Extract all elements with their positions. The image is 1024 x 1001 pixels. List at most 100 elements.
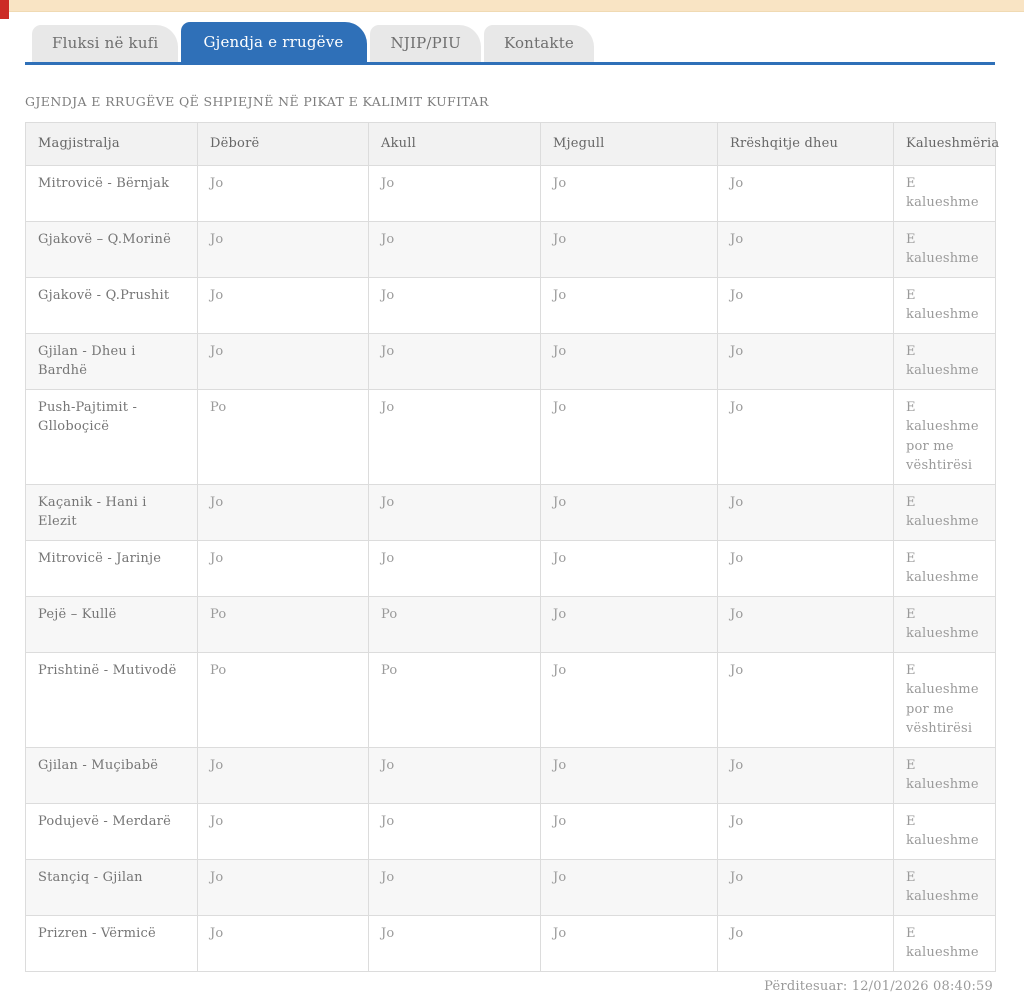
ice-cell: Jo	[368, 858, 541, 916]
landslide-cell: Jo	[717, 483, 894, 541]
landslide-cell: Jo	[717, 276, 894, 334]
ice-cell: Jo	[368, 388, 541, 485]
snow-cell: Po	[197, 595, 369, 653]
ice-cell: Jo	[368, 914, 541, 972]
snow-cell: Po	[197, 651, 369, 748]
table-row: Kaçanik - Hani i Elezit Jo Jo Jo Jo E ka…	[25, 483, 996, 541]
passability-cell: E kalueshme por me vështirësi	[893, 388, 996, 485]
table-row: Gjakovë – Q.Morinë Jo Jo Jo Jo E kaluesh…	[25, 220, 996, 278]
column-header-rreshqitje-dheu: Rrëshqitje dheu	[717, 122, 894, 166]
road-name-cell: Push-Pajtimit - Glloboçicë	[25, 388, 198, 485]
landslide-cell: Jo	[717, 858, 894, 916]
column-header-magjistralja: Magjistralja	[25, 122, 198, 166]
table-row: Gjakovë - Q.Prushit Jo Jo Jo Jo E kalues…	[25, 276, 996, 334]
main-content: Fluksi në kufi Gjendja e rrugëve NJIP/PI…	[25, 22, 999, 1001]
table-header-row: Magjistralja Dëborë Akull Mjegull Rrëshq…	[25, 122, 999, 166]
fog-cell: Jo	[540, 914, 718, 972]
table-row: Podujevë - Merdarë Jo Jo Jo Jo E kaluesh…	[25, 802, 996, 860]
road-name-cell: Stançiq - Gjilan	[25, 858, 198, 916]
road-name-cell: Gjakovë - Q.Prushit	[25, 276, 198, 334]
snow-cell: Jo	[197, 483, 369, 541]
passability-cell: E kalueshme	[893, 595, 996, 653]
ice-cell: Jo	[368, 539, 541, 597]
fog-cell: Jo	[540, 595, 718, 653]
column-header-akull: Akull	[368, 122, 541, 166]
road-name-cell: Podujevë - Merdarë	[25, 802, 198, 860]
landslide-cell: Jo	[717, 802, 894, 860]
tab-fluksi-ne-kufi[interactable]: Fluksi në kufi	[32, 25, 179, 62]
landslide-cell: Jo	[717, 220, 894, 278]
table-row: Prizren - Vërmicë Jo Jo Jo Jo E kalueshm…	[25, 914, 996, 972]
passability-cell: E kalueshme	[893, 802, 996, 860]
passability-cell: E kalueshme	[893, 746, 996, 804]
tab-njip-piu[interactable]: NJIP/PIU	[370, 25, 481, 62]
ice-cell: Po	[368, 651, 541, 748]
table-row: Gjilan - Dheu i Bardhë Jo Jo Jo Jo E kal…	[25, 332, 996, 390]
ice-cell: Jo	[368, 802, 541, 860]
fog-cell: Jo	[540, 164, 718, 222]
landslide-cell: Jo	[717, 332, 894, 390]
snow-cell: Po	[197, 388, 369, 485]
ice-cell: Jo	[368, 483, 541, 541]
table-row: Pejë – Kullë Po Po Jo Jo E kalueshme	[25, 595, 996, 653]
landslide-cell: Jo	[717, 746, 894, 804]
ice-cell: Jo	[368, 164, 541, 222]
road-name-cell: Pejë – Kullë	[25, 595, 198, 653]
road-name-cell: Gjakovë – Q.Morinë	[25, 220, 198, 278]
tab-gjendja-e-rrugeve[interactable]: Gjendja e rrugëve	[181, 22, 368, 62]
table-row: Gjilan - Muçibabë Jo Jo Jo Jo E kalueshm…	[25, 746, 996, 804]
road-name-cell: Kaçanik - Hani i Elezit	[25, 483, 198, 541]
road-name-cell: Gjilan - Dheu i Bardhë	[25, 332, 198, 390]
last-updated-timestamp: Përditesuar: 12/01/2026 08:40:59	[764, 978, 993, 994]
road-table-body: Mitrovicë - Bërnjak Jo Jo Jo Jo E kalues…	[25, 164, 996, 972]
landslide-cell: Jo	[717, 914, 894, 972]
ice-cell: Jo	[368, 276, 541, 334]
ice-cell: Jo	[368, 220, 541, 278]
tab-kontakte[interactable]: Kontakte	[483, 25, 594, 62]
column-header-kalueshmeria: Kalueshmëria	[893, 122, 999, 166]
road-name-cell: Prizren - Vërmicë	[25, 914, 198, 972]
snow-cell: Jo	[197, 746, 369, 804]
snow-cell: Jo	[197, 220, 369, 278]
fog-cell: Jo	[540, 388, 718, 485]
passability-cell: E kalueshme	[893, 858, 996, 916]
landslide-cell: Jo	[717, 651, 894, 748]
passability-cell: E kalueshme	[893, 164, 996, 222]
landslide-cell: Jo	[717, 539, 894, 597]
tab-bar: Fluksi në kufi Gjendja e rrugëve NJIP/PI…	[25, 22, 995, 65]
fog-cell: Jo	[540, 802, 718, 860]
top-accent-bar	[0, 0, 1024, 12]
top-left-red-mark	[0, 0, 9, 19]
fog-cell: Jo	[540, 483, 718, 541]
road-name-cell: Mitrovicë - Jarinje	[25, 539, 198, 597]
table-row: Mitrovicë - Jarinje Jo Jo Jo Jo E kalues…	[25, 539, 996, 597]
table-row: Push-Pajtimit - Glloboçicë Po Jo Jo Jo E…	[25, 388, 996, 485]
snow-cell: Jo	[197, 539, 369, 597]
road-name-cell: Gjilan - Muçibabë	[25, 746, 198, 804]
snow-cell: Jo	[197, 332, 369, 390]
landslide-cell: Jo	[717, 164, 894, 222]
landslide-cell: Jo	[717, 388, 894, 485]
passability-cell: E kalueshme	[893, 220, 996, 278]
column-header-debore: Dëborë	[197, 122, 369, 166]
passability-cell: E kalueshme por me vështirësi	[893, 651, 996, 748]
passability-cell: E kalueshme	[893, 914, 996, 972]
landslide-cell: Jo	[717, 595, 894, 653]
column-header-mjegull: Mjegull	[540, 122, 718, 166]
road-conditions-table: Magjistralja Dëborë Akull Mjegull Rrëshq…	[25, 122, 999, 972]
page-title: GJENDJA E RRUGËVE QË SHPIEJNË NË PIKAT E…	[25, 94, 489, 109]
fog-cell: Jo	[540, 858, 718, 916]
road-name-cell: Mitrovicë - Bërnjak	[25, 164, 198, 222]
fog-cell: Jo	[540, 539, 718, 597]
passability-cell: E kalueshme	[893, 483, 996, 541]
ice-cell: Jo	[368, 332, 541, 390]
fog-cell: Jo	[540, 651, 718, 748]
table-row: Prishtinë - Mutivodë Po Po Jo Jo E kalue…	[25, 651, 996, 748]
table-row: Mitrovicë - Bërnjak Jo Jo Jo Jo E kalues…	[25, 164, 996, 222]
fog-cell: Jo	[540, 220, 718, 278]
snow-cell: Jo	[197, 164, 369, 222]
ice-cell: Po	[368, 595, 541, 653]
snow-cell: Jo	[197, 914, 369, 972]
snow-cell: Jo	[197, 802, 369, 860]
passability-cell: E kalueshme	[893, 276, 996, 334]
